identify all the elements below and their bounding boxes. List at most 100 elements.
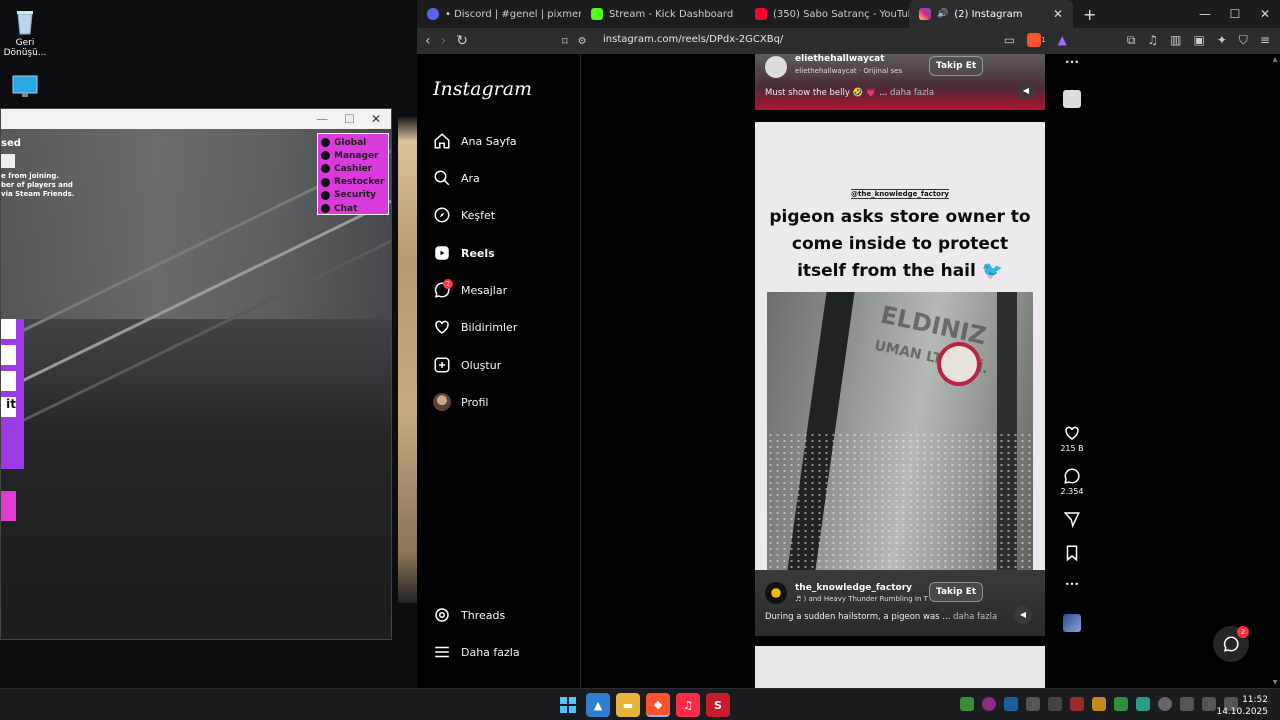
close-tab-icon[interactable]: ✕ — [1053, 7, 1063, 21]
tray-app-icon[interactable] — [1048, 697, 1062, 711]
game-panel-field[interactable] — [1, 371, 16, 391]
brave-rewards-icon[interactable]: ▲ — [1058, 33, 1067, 50]
reel-author-name[interactable]: the_knowledge_factory — [795, 583, 928, 593]
like-button[interactable]: 215 B — [1060, 424, 1084, 453]
sidebar-icon[interactable]: ▥ — [1170, 33, 1181, 50]
follow-button[interactable]: Takip Et — [929, 56, 984, 76]
tab-discord[interactable]: • Discord | #genel | pixmens — [417, 0, 581, 28]
forward-button[interactable]: › — [441, 33, 447, 49]
chevron-icon[interactable] — [1026, 697, 1040, 711]
start-button[interactable] — [556, 693, 580, 717]
new-tab-button[interactable]: + — [1073, 0, 1106, 28]
volume-icon[interactable] — [1202, 697, 1216, 711]
store-app[interactable]: S — [706, 693, 730, 717]
game-panel-field[interactable] — [1, 345, 16, 365]
close-button[interactable]: ✕ — [371, 112, 381, 126]
reel-video[interactable]: ELDINIZ UMAN LTD.ŞTİ. — [767, 292, 1033, 570]
page-scrollbar[interactable]: ▲ ▼ — [1272, 54, 1278, 688]
tab-instagram[interactable]: 🔊 (2) Instagram ✕ — [909, 0, 1073, 28]
file-explorer-app[interactable]: ▬ — [616, 693, 640, 717]
leo-ai-icon[interactable]: ✦ — [1217, 33, 1227, 50]
caption-more-link[interactable]: daha fazla — [953, 612, 997, 622]
author-avatar[interactable] — [765, 582, 787, 604]
scroll-up-icon[interactable]: ▲ — [1272, 56, 1278, 63]
sidebar-item-explore[interactable]: Keşfet — [433, 203, 581, 227]
game-action-button[interactable] — [1, 491, 16, 521]
role-menu-item[interactable]: Chat — [321, 202, 385, 215]
reel-next[interactable] — [755, 646, 1045, 688]
volume-icon[interactable]: ◀ — [1017, 82, 1035, 100]
reel-audio[interactable]: ♬ ) and Heavy Thunder Rumbling In T — [795, 595, 928, 603]
game-viewport[interactable]: sed e from joining. ber of players and v… — [1, 129, 391, 639]
tray-app-icon[interactable] — [960, 697, 974, 711]
more-options-icon[interactable]: ••• — [1060, 58, 1084, 67]
media-icon[interactable]: ♫ — [1147, 33, 1158, 50]
sidebar-item-create[interactable]: Oluştur — [433, 353, 581, 377]
tray-app-icon[interactable] — [1092, 697, 1106, 711]
bookmark-icon[interactable]: ⌑ — [562, 35, 568, 48]
tray-app-icon[interactable] — [1070, 697, 1084, 711]
brave-shield-icon[interactable]: 1 — [1027, 33, 1046, 50]
audio-thumbnail-button[interactable] — [1060, 614, 1084, 632]
game-panel-field[interactable] — [1, 319, 16, 339]
share-button[interactable] — [1060, 510, 1084, 530]
audio-playing-icon[interactable]: 🔊 — [937, 9, 948, 19]
role-menu-item[interactable]: Restocker — [321, 176, 385, 189]
back-button[interactable]: ‹ — [425, 33, 431, 49]
network-icon[interactable] — [1180, 697, 1194, 711]
sidebar-item-reels[interactable]: Reels — [433, 241, 581, 265]
role-menu-item[interactable]: Security — [321, 189, 385, 202]
tray-app-icon[interactable] — [982, 697, 996, 711]
reel-audio[interactable]: eliethehallwaycat · Orijinal ses — [795, 67, 902, 75]
site-info-icon[interactable]: ⚙ — [578, 36, 587, 47]
wallet-icon[interactable]: ▣ — [1194, 33, 1205, 50]
reel-current[interactable]: @the_knowledge_factory pigeon asks store… — [755, 122, 1045, 636]
reel-author-name[interactable]: eliethehallwaycat — [795, 54, 885, 64]
minimize-button[interactable]: — — [316, 112, 328, 126]
game-panel-button[interactable]: it — [1, 397, 16, 417]
game-checkbox[interactable] — [1, 154, 15, 168]
sidebar-item-profile[interactable]: Profil — [433, 390, 581, 414]
save-button[interactable] — [1060, 544, 1084, 564]
tray-app-icon[interactable] — [1136, 697, 1150, 711]
this-pc-shortcut[interactable] — [0, 72, 55, 104]
author-avatar[interactable] — [765, 56, 787, 78]
reload-button[interactable]: ↻ — [456, 33, 468, 49]
sidebar-item-messages[interactable]: 2 Mesajlar — [433, 278, 581, 302]
microphone-icon[interactable] — [1158, 697, 1172, 711]
game-window[interactable]: — ☐ ✕ sed e from joining. ber of players… — [0, 108, 392, 640]
caption-more-link[interactable]: daha fazla — [890, 88, 934, 98]
close-button[interactable]: ✕ — [1250, 0, 1280, 28]
reel-previous[interactable]: eliethehallwaycat eliethehallwaycat · Or… — [755, 54, 1045, 110]
messages-fab[interactable]: 2 — [1213, 626, 1249, 662]
steam-icon[interactable] — [1004, 697, 1018, 711]
role-menu-item[interactable]: Global — [321, 136, 385, 149]
scroll-down-icon[interactable]: ▼ — [1272, 679, 1278, 686]
role-menu-item[interactable]: Manager — [321, 149, 385, 162]
url-field[interactable]: instagram.com/reels/DPdx-2GCXBq/ — [603, 34, 783, 45]
sidebar-item-search[interactable]: Ara — [433, 166, 581, 190]
prev-audio-thumbnail[interactable] — [1060, 90, 1084, 108]
role-menu-item[interactable]: Cashier — [321, 162, 385, 175]
recycle-bin-shortcut[interactable]: Geri Dönüşü... — [0, 6, 55, 58]
maximize-button[interactable]: ☐ — [1220, 0, 1250, 28]
instagram-logo[interactable]: Instagram — [433, 78, 532, 100]
cast-icon[interactable]: ▭ — [1004, 33, 1015, 50]
brave-app[interactable]: ◆ — [646, 693, 670, 717]
sidebar-item-notifications[interactable]: Bildirimler — [433, 315, 581, 339]
sidebar-item-home[interactable]: Ana Sayfa — [433, 129, 581, 153]
sidebar-item-threads[interactable]: Threads — [433, 603, 581, 627]
tab-youtube[interactable]: (350) Sabo Satranç - YouTube — [745, 0, 909, 28]
photos-app[interactable]: ▲ — [586, 693, 610, 717]
screenshot-icon[interactable]: ⧉ — [1127, 33, 1136, 50]
vpn-icon[interactable]: ⛉ — [1239, 33, 1248, 50]
sidebar-item-more[interactable]: Daha fazla — [433, 640, 581, 664]
more-options-icon[interactable]: ••• — [1060, 580, 1084, 589]
follow-button[interactable]: Takip Et — [929, 582, 984, 602]
tray-app-icon[interactable] — [1114, 697, 1128, 711]
music-app[interactable]: ♫ — [676, 693, 700, 717]
minimize-button[interactable]: — — [1190, 0, 1220, 28]
volume-icon[interactable]: ◀ — [1014, 606, 1032, 624]
comment-button[interactable]: 2.354 — [1060, 467, 1084, 496]
menu-icon[interactable]: ≡ — [1260, 33, 1270, 50]
